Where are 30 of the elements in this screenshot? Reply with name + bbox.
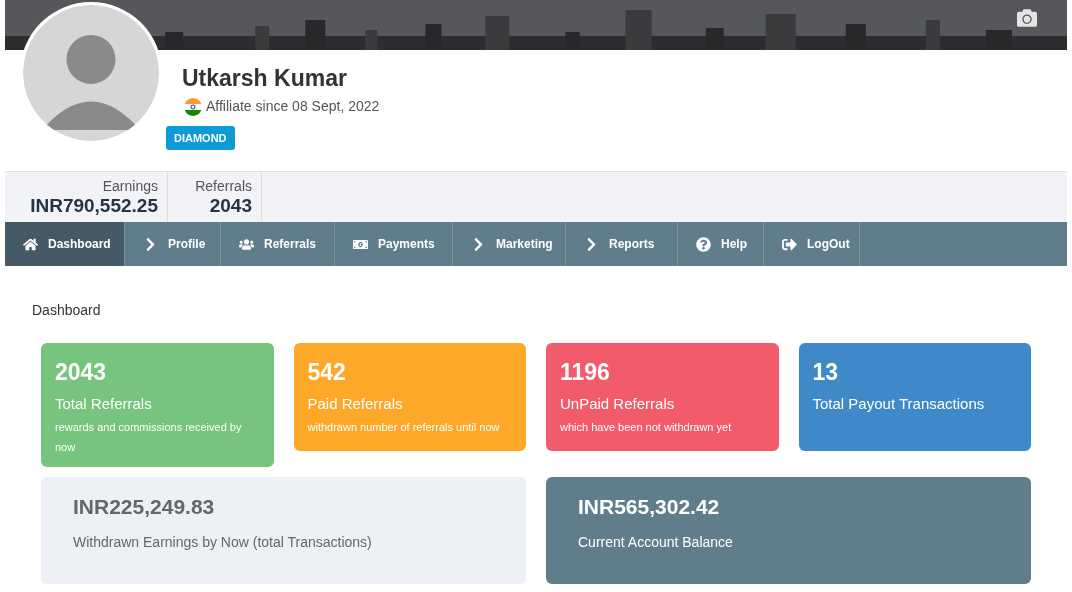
card-note: withdrawn number of referrals until now: [307, 420, 501, 435]
stat-value: INR790,552.25: [30, 194, 158, 217]
summary-label: Current Account Balance: [578, 533, 734, 552]
tier-badge: DIAMOND: [166, 126, 235, 150]
card-title: Total Payout Transactions: [812, 394, 986, 414]
logout-icon: [782, 236, 797, 252]
nav-tab[interactable]: Dashboard: [5, 222, 125, 266]
card-title: Total Referrals: [55, 394, 153, 414]
stat-label: Referrals: [195, 177, 252, 195]
card-value: 542: [307, 358, 347, 387]
card-title: Paid Referrals: [307, 394, 404, 414]
summary-value: INR225,249.83: [73, 494, 216, 520]
home-icon: [23, 236, 38, 252]
affiliate-since: Affiliate since 08 Sept, 2022: [206, 97, 380, 116]
section-title: Dashboard: [32, 301, 102, 320]
flag-icon: [184, 97, 202, 116]
card-value: 1196: [560, 358, 611, 387]
users-icon: [239, 236, 254, 252]
profile-name: Utkarsh Kumar: [182, 64, 348, 92]
help-icon: [696, 236, 711, 252]
stat-value: 2043: [209, 194, 252, 217]
summary-label: Withdrawn Earnings by Now (total Transactions): [73, 533, 373, 552]
card-value: 13: [812, 358, 840, 387]
camera-icon[interactable]: [1017, 8, 1037, 28]
card-note: rewards and commissions received by now: [55, 420, 243, 455]
card-note: which have been not withdrawn yet: [560, 420, 733, 435]
card-value: 2043: [55, 358, 108, 387]
stat-label: Earnings: [102, 177, 158, 195]
card-title: UnPaid Referrals: [560, 394, 676, 414]
summary-value: INR565,302.42: [578, 494, 721, 520]
